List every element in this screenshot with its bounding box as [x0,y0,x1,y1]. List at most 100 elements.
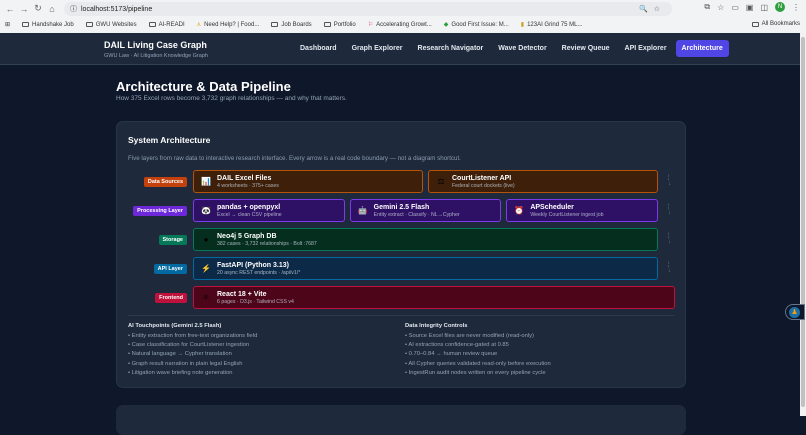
list-item: • Litigation wave briefing note generati… [128,369,233,376]
bookmark-label: AI-READI [158,21,185,28]
integrity-title: Data Integrity Controls [405,323,468,329]
bookmark[interactable]: AI-READI [148,21,185,28]
list-item: • 0.70–0.84 → human review queue [405,351,498,358]
component-box[interactable]: ⚛ React 18 + Vite 6 pages · D3.js · Tailwi… [193,286,675,309]
list-item: • Source Excel files are never modified … [405,333,534,339]
component-icon: 🐼 [201,206,211,215]
bookmark[interactable]: GWU Websites [85,22,137,28]
list-item: • Entity extraction from free-text organ… [128,333,258,339]
bookmark[interactable]: Portfolio [323,21,356,28]
layer-label: Data Sources [143,177,187,187]
forward-icon[interactable]: → [17,4,31,14]
ai-touchpoints-title: AI Touchpoints (Gemini 2.5 Flash) [128,323,222,329]
media-icon[interactable]: ▭ [731,3,739,12]
component-icon: ⏰ [514,206,525,215]
component-subtitle: Excel → clean CSV pipeline [217,211,282,218]
folder-icon [22,22,30,27]
assistant-icon: ♟ [789,307,800,318]
component-box[interactable]: ⚖ CourtListener API Federal court dockets … [428,170,658,193]
list-item: • Case classification for CourtListener … [128,342,250,349]
back-icon[interactable]: ← [3,4,17,14]
app-subtitle: GWU Law · AI Litigation Knowledge Graph [104,53,208,59]
save-icon[interactable]: ▣ [746,3,754,12]
nav-api-explorer[interactable]: API Explorer [619,40,673,57]
divider [128,315,674,316]
list-item: • IngestRun audit nodes written on every… [405,369,546,376]
component-subtitle: 382 cases · 3,732 relationships · Bolt :… [217,240,317,247]
component-title: APScheduler [530,203,574,211]
scrollbar-thumb[interactable] [801,37,805,407]
profile-avatar[interactable]: N [775,2,785,12]
bookmark[interactable]: ◆ Good First Issue: M... [444,21,509,29]
apps-icon[interactable]: ⊞ [5,21,10,28]
layer-label: Storage [158,235,187,245]
bookmarks-bar: ⊞ Handshake Job GWU Websites AI-READI ⋏ N… [0,17,806,32]
component-title: DAIL Excel Files [217,174,272,182]
bookmark[interactable]: ⚐ Accelerating Growt... [368,21,432,29]
component-subtitle: Entity extract · Classify · NL→Cypher [373,211,460,218]
list-item: • Natural language → Cypher translation [128,351,232,358]
component-title: Gemini 2.5 Flash [373,203,430,211]
component-box[interactable]: 🐼 pandas + openpyxl Excel → clean CSV pipe… [193,199,345,222]
url-text: localhost:5173/pipeline [81,5,153,13]
browser-chrome: ← → ↻ ⌂ ⓘ localhost:5173/pipeline 🔍☆ ⧉ ☆… [0,0,806,33]
layer-row: API Layer ⚡ FastAPI (Python 3.13) 20 async … [117,257,687,280]
component-icon: ⚡ [201,264,211,273]
layer-row: Processing Layer 🐼 pandas + openpyxl Excel … [117,199,687,222]
address-bar[interactable]: ⓘ localhost:5173/pipeline 🔍☆ [64,2,672,16]
component-icon: 🤖 [357,206,368,215]
component-title: pandas + openpyxl [217,203,281,211]
bookmark-icon[interactable]: ☆ [717,3,724,12]
list-item: • Graph result narration in plain legal … [128,360,243,367]
arrow-down-icon: ¦ ↓ [668,204,671,216]
system-architecture-card: System Architecture Five layers from raw… [116,121,686,388]
nav-research-navigator[interactable]: Research Navigator [412,40,490,57]
main-nav: Dashboard Graph Explorer Research Naviga… [294,40,729,57]
bookmark-label: Portfolio [333,21,356,28]
component-title: Neo4j 5 Graph DB [217,232,277,240]
component-subtitle: Weekly CourtListener ingest job [530,211,604,218]
home-icon[interactable]: ⌂ [45,4,59,14]
folder-icon [751,21,759,27]
reload-icon[interactable]: ↻ [31,3,45,14]
all-bookmarks[interactable]: All Bookmarks [751,21,800,27]
arrow-down-icon: ¦ ↓ [668,262,671,274]
extensions-icon[interactable]: ⧉ [704,2,710,12]
bookmark-label: Accelerating Growt... [376,21,432,28]
nav-review-queue[interactable]: Review Queue [556,40,616,57]
nav-wave-detector[interactable]: Wave Detector [492,40,552,57]
folder-icon [148,22,156,27]
menu-icon[interactable]: ⋮ [792,3,800,12]
component-box[interactable]: 🤖 Gemini 2.5 Flash Entity extract · Classi… [349,199,502,222]
bookmark[interactable]: ▮ 123AI Grind 75 ML... [521,21,583,29]
app-title[interactable]: DAIL Living Case Graph [104,40,207,50]
assistant-button[interactable]: ♟ [785,304,805,320]
nav-dashboard[interactable]: Dashboard [294,40,343,57]
bookmark[interactable]: ⋏ Need Help? | Food... [196,21,260,29]
layer-row: Frontend ⚛ React 18 + Vite 6 pages · D3.js … [117,286,687,309]
component-box[interactable]: ⚡ FastAPI (Python 3.13) 20 async REST endp… [193,257,658,280]
layer-row: Storage ● Neo4j 5 Graph DB 382 cases · 3,73… [117,228,687,251]
component-box[interactable]: ● Neo4j 5 Graph DB 382 cases · 3,732 relat… [193,228,658,251]
component-box[interactable]: ⏰ APScheduler Weekly CourtListener ingest … [506,199,658,222]
component-box[interactable]: 📊 DAIL Excel Files 4 worksheets · 375+ cas… [193,170,423,193]
data-integrity-controls: Data Integrity Controls • Source Excel f… [405,323,551,378]
layer-label: Frontend [155,293,187,303]
component-icon: 📊 [201,177,211,186]
nav-graph-explorer[interactable]: Graph Explorer [346,40,409,57]
ai-touchpoints: AI Touchpoints (Gemini 2.5 Flash) • Enti… [128,323,257,378]
zoom-star-icons[interactable]: 🔍☆ [639,5,666,13]
folder-icon [85,22,93,27]
site-icon: ⋏ [196,22,202,28]
component-title: React 18 + Vite [217,290,267,298]
next-section-card [116,405,686,435]
bookmark[interactable]: Handshake Job [22,22,74,28]
nav-architecture[interactable]: Architecture [675,40,729,57]
split-icon[interactable]: ◫ [760,3,768,12]
bookmark-label: Good First Issue: M... [451,21,509,28]
component-title: FastAPI (Python 3.13) [217,261,289,269]
info-icon: ⓘ [70,6,77,13]
layer-row: Data Sources 📊 DAIL Excel Files 4 worksheet… [117,170,687,193]
scrollbar[interactable] [800,33,806,416]
bookmark[interactable]: Job Boards [271,22,312,28]
